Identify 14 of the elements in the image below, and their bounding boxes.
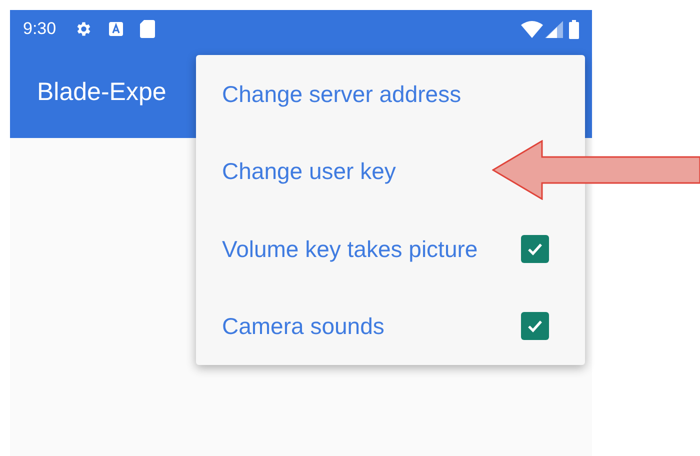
menu-item[interactable]: Change server address <box>222 76 462 111</box>
menu-item[interactable]: Volume key takes picture <box>222 232 478 266</box>
menu-item[interactable]: Change user key <box>222 154 396 188</box>
signal-icon <box>545 20 563 38</box>
status-time: 9:30 <box>23 18 56 40</box>
app-title: Blade-Expe <box>37 77 166 108</box>
battery-icon <box>569 20 579 38</box>
wifi-icon <box>521 20 543 38</box>
arrow-icon <box>492 140 700 200</box>
menu-item[interactable]: Camera sounds <box>222 309 384 344</box>
sd-card-icon <box>140 20 156 38</box>
checkbox[interactable] <box>521 234 549 263</box>
keyboard-icon <box>108 21 124 37</box>
checkbox[interactable] <box>521 312 549 340</box>
